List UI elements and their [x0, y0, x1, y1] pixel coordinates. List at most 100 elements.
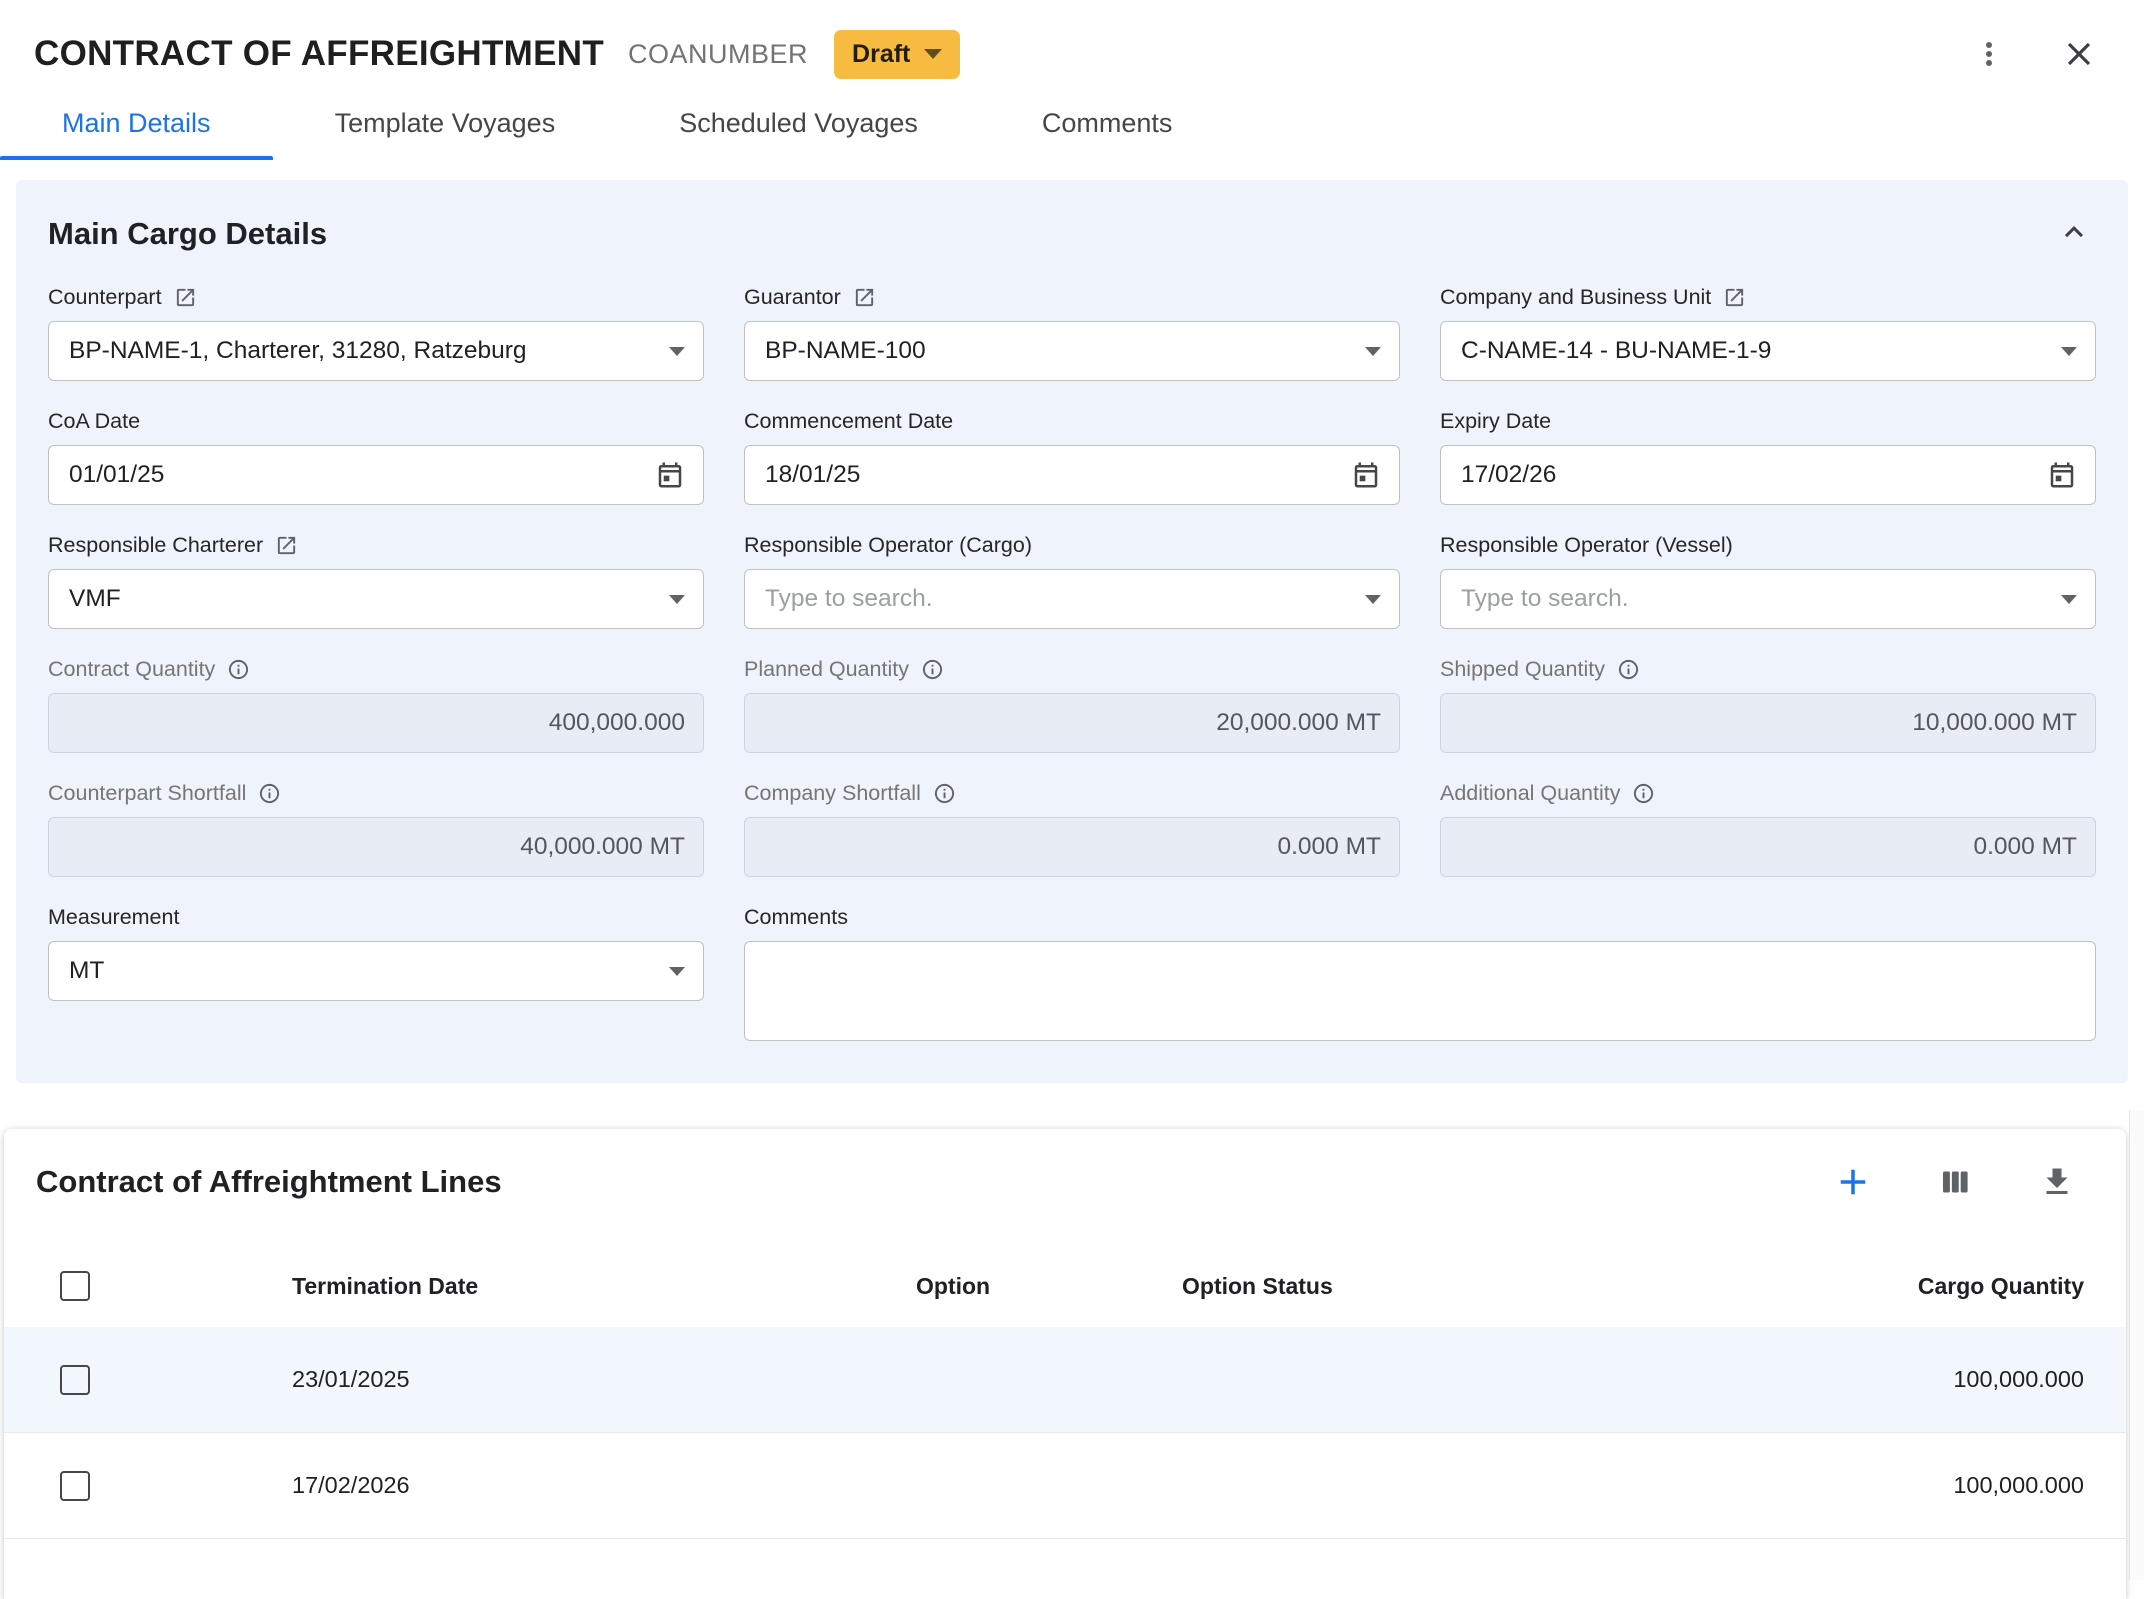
responsible-charterer-label: Responsible Charterer — [48, 531, 704, 559]
external-link-icon[interactable] — [174, 286, 197, 309]
info-icon[interactable] — [227, 658, 250, 681]
field-shipped-quantity: Shipped Quantity 10,000.000 MT — [1440, 655, 2096, 753]
column-settings-button[interactable] — [1932, 1159, 1978, 1205]
responsible-operator-vessel-label: Responsible Operator (Vessel) — [1440, 531, 2096, 559]
company-business-unit-label: Company and Business Unit — [1440, 283, 2096, 311]
label-text: Responsible Operator (Vessel) — [1440, 533, 1733, 558]
label-text: Counterpart — [48, 285, 162, 310]
header-actions — [1966, 31, 2102, 77]
info-icon[interactable] — [1632, 782, 1655, 805]
field-company-business-unit: Company and Business Unit C-NAME-14 - BU… — [1440, 283, 2096, 381]
coa-date-field[interactable]: 01/01/25 — [48, 445, 704, 505]
calendar-icon — [2047, 460, 2077, 490]
caret-down-icon — [2061, 595, 2077, 604]
row-checkbox[interactable] — [60, 1365, 90, 1395]
more-options-button[interactable] — [1966, 31, 2012, 77]
tab-label: Template Voyages — [335, 108, 556, 139]
caret-down-icon — [2061, 347, 2077, 356]
responsible-operator-vessel-combobox[interactable] — [1440, 569, 2096, 629]
tab-bar: Main Details Template Voyages Scheduled … — [0, 86, 2144, 160]
coa-date-label: CoA Date — [48, 407, 704, 435]
expiry-date-value: 17/02/26 — [1461, 461, 2035, 489]
counterpart-select[interactable]: BP-NAME-1, Charterer, 31280, Ratzeburg — [48, 321, 704, 381]
commencement-date-label: Commencement Date — [744, 407, 1400, 435]
tab-label: Scheduled Voyages — [679, 108, 918, 139]
main-cargo-grid: Counterpart BP-NAME-1, Charterer, 31280,… — [48, 257, 2096, 1041]
field-planned-quantity: Planned Quantity 20,000.000 MT — [744, 655, 1400, 753]
company-business-unit-select[interactable]: C-NAME-14 - BU-NAME-1-9 — [1440, 321, 2096, 381]
tab-main-details[interactable]: Main Details — [0, 86, 273, 160]
section-title: Main Cargo Details — [48, 216, 327, 252]
label-text: Expiry Date — [1440, 409, 1551, 434]
calendar-picker-button[interactable] — [655, 460, 685, 490]
tab-comments[interactable]: Comments — [980, 86, 1235, 160]
calendar-picker-button[interactable] — [1351, 460, 1381, 490]
lines-actions — [1830, 1159, 2080, 1205]
additional-quantity-label: Additional Quantity — [1440, 779, 2096, 807]
responsible-charterer-value: VMF — [69, 585, 655, 613]
label-text: Contract Quantity — [48, 657, 215, 682]
caret-down-icon — [1365, 347, 1381, 356]
responsible-charterer-select[interactable]: VMF — [48, 569, 704, 629]
scrollbar[interactable] — [2129, 1110, 2144, 1580]
tab-scheduled-voyages[interactable]: Scheduled Voyages — [617, 86, 980, 160]
measurement-value: MT — [69, 957, 655, 985]
comments-textarea[interactable] — [744, 941, 2096, 1041]
field-measurement: Measurement MT — [48, 903, 704, 1041]
caret-down-icon — [669, 595, 685, 604]
field-commencement-date: Commencement Date 18/01/25 — [744, 407, 1400, 505]
label-text: Measurement — [48, 905, 179, 930]
external-link-icon[interactable] — [853, 286, 876, 309]
guarantor-select[interactable]: BP-NAME-100 — [744, 321, 1400, 381]
info-icon[interactable] — [258, 782, 281, 805]
label-text: Commencement Date — [744, 409, 953, 434]
column-header-option-status[interactable]: Option Status — [1182, 1273, 1702, 1300]
field-company-shortfall: Company Shortfall 0.000 MT — [744, 779, 1400, 877]
add-line-button[interactable] — [1830, 1159, 1876, 1205]
responsible-operator-cargo-combobox[interactable] — [744, 569, 1400, 629]
page-title: CONTRACT OF AFFREIGHTMENT — [34, 34, 604, 74]
commencement-date-value: 18/01/25 — [765, 461, 1339, 489]
tab-template-voyages[interactable]: Template Voyages — [273, 86, 618, 160]
info-icon[interactable] — [933, 782, 956, 805]
table-row[interactable]: 17/02/2026 100,000.000 — [4, 1433, 2126, 1539]
expiry-date-field[interactable]: 17/02/26 — [1440, 445, 2096, 505]
responsible-operator-cargo-input[interactable] — [765, 585, 1351, 613]
external-link-icon[interactable] — [275, 534, 298, 557]
tab-label: Comments — [1042, 108, 1173, 139]
label-text: Shipped Quantity — [1440, 657, 1605, 682]
field-contract-quantity: Contract Quantity 400,000.000 — [48, 655, 704, 753]
row-checkbox-cell — [4, 1471, 292, 1501]
select-all-checkbox[interactable] — [60, 1271, 90, 1301]
additional-quantity-value: 0.000 MT — [1461, 833, 2077, 861]
cell-termination-date: 17/02/2026 — [292, 1472, 916, 1499]
field-additional-quantity: Additional Quantity 0.000 MT — [1440, 779, 2096, 877]
lines-section-title: Contract of Affreightment Lines — [36, 1164, 502, 1200]
comments-label: Comments — [744, 903, 2096, 931]
info-icon[interactable] — [1617, 658, 1640, 681]
lines-table-header: Termination Date Option Option Status Ca… — [4, 1245, 2126, 1327]
label-text: Comments — [744, 905, 848, 930]
caret-down-icon — [924, 49, 942, 59]
status-badge[interactable]: Draft — [834, 30, 960, 79]
calendar-picker-button[interactable] — [2047, 460, 2077, 490]
download-button[interactable] — [2034, 1159, 2080, 1205]
select-all-cell — [4, 1271, 292, 1301]
column-header-cargo-quantity[interactable]: Cargo Quantity — [1702, 1273, 2084, 1300]
column-header-option[interactable]: Option — [916, 1273, 1182, 1300]
label-text: Additional Quantity — [1440, 781, 1620, 806]
close-icon — [2060, 35, 2098, 73]
responsible-operator-cargo-label: Responsible Operator (Cargo) — [744, 531, 1400, 559]
responsible-operator-vessel-input[interactable] — [1461, 585, 2047, 613]
close-button[interactable] — [2056, 31, 2102, 77]
counterpart-shortfall-field: 40,000.000 MT — [48, 817, 704, 877]
measurement-select[interactable]: MT — [48, 941, 704, 1001]
column-header-termination-date[interactable]: Termination Date — [292, 1273, 916, 1300]
external-link-icon[interactable] — [1723, 286, 1746, 309]
collapse-section-button[interactable] — [2052, 210, 2096, 257]
commencement-date-field[interactable]: 18/01/25 — [744, 445, 1400, 505]
info-icon[interactable] — [921, 658, 944, 681]
label-text: Counterpart Shortfall — [48, 781, 246, 806]
table-row[interactable]: 23/01/2025 100,000.000 — [4, 1327, 2126, 1433]
row-checkbox[interactable] — [60, 1471, 90, 1501]
